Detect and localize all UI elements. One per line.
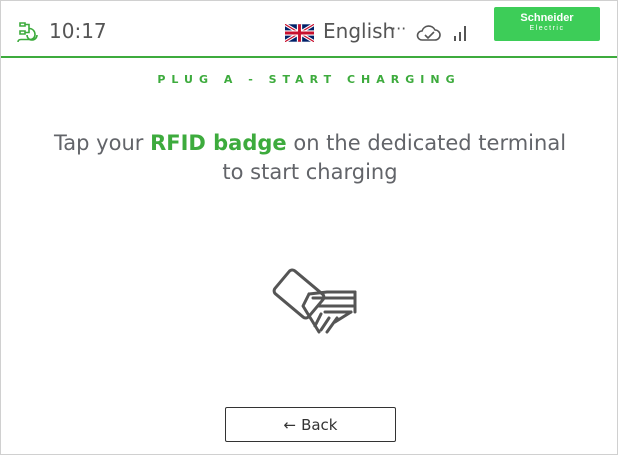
back-button[interactable]: ← Back <box>225 407 396 442</box>
uk-flag-icon[interactable] <box>285 24 314 42</box>
instruction-after: on the dedicated terminal <box>286 131 567 155</box>
charger-plug-icon <box>17 22 38 43</box>
back-arrow-icon: ← <box>283 415 297 434</box>
clock-time: 10:17 <box>49 19 107 43</box>
cloud-sync-icon <box>416 25 441 41</box>
charging-screen: 10:17 English ··· Schneider Electric PLU… <box>0 0 618 455</box>
rfid-card-hand-icon <box>272 268 357 334</box>
brand-name: Schneider <box>520 12 574 24</box>
language-selector[interactable]: English <box>323 18 395 44</box>
instruction-line-1: Tap your RFID badge on the dedicated ter… <box>1 129 618 158</box>
instruction-highlight: RFID badge <box>150 131 287 155</box>
header-bar: 10:17 English ··· Schneider Electric <box>1 1 617 58</box>
brand-sub: Electric <box>529 25 565 32</box>
instruction-text: Tap your RFID badge on the dedicated ter… <box>1 129 618 187</box>
instruction-line-2: to start charging <box>222 160 398 184</box>
back-button-label: Back <box>301 415 338 434</box>
instruction-before: Tap your <box>53 131 151 155</box>
page-title: PLUG A - START CHARGING <box>157 73 461 86</box>
language-more-icon[interactable]: ··· <box>391 19 406 39</box>
brand-logo: Schneider Electric <box>494 7 600 41</box>
signal-strength-icon <box>454 26 466 41</box>
